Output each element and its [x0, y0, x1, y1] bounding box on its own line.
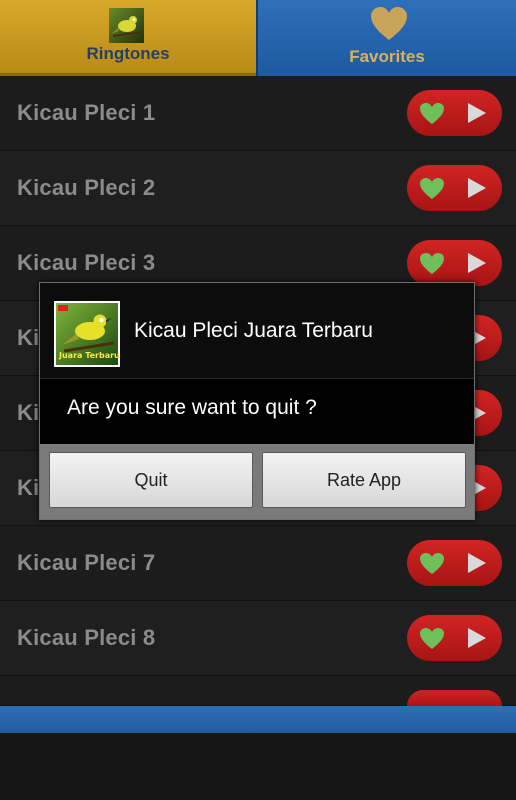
- favorite-heart-icon[interactable]: [419, 627, 445, 650]
- action-pill: [407, 540, 502, 586]
- app-logo-icon: Juara Terbaru: [54, 301, 120, 367]
- heart-icon: [371, 7, 407, 40]
- ringtone-title: Kicau Pleci 2: [17, 175, 156, 200]
- dialog-message: Are you sure want to quit ?: [67, 396, 317, 419]
- action-pill: [407, 690, 502, 706]
- play-icon[interactable]: [467, 627, 487, 649]
- tab-favorites-label: Favorites: [349, 47, 425, 66]
- tab-ringtones[interactable]: Ringtones: [0, 0, 256, 76]
- favorite-heart-icon[interactable]: [419, 177, 445, 200]
- app-logo-text: Juara Terbaru: [58, 351, 120, 360]
- favorite-heart-icon[interactable]: [419, 252, 445, 275]
- list-item[interactable]: Kicau Pleci 2: [0, 151, 516, 226]
- favorite-heart-icon[interactable]: [419, 102, 445, 125]
- action-pill: [407, 615, 502, 661]
- bottom-area: [0, 733, 516, 800]
- action-pill: [407, 240, 502, 286]
- bottom-banner-bar: [0, 706, 516, 733]
- list-item[interactable]: Kicau Pleci 1: [0, 76, 516, 151]
- quit-dialog: Juara Terbaru Kicau Pleci Juara Terbaru …: [39, 282, 475, 520]
- play-icon[interactable]: [467, 177, 487, 199]
- bird-icon: [109, 8, 144, 43]
- ringtone-title: Kicau Pleci 8: [17, 625, 156, 650]
- play-icon[interactable]: [467, 252, 487, 274]
- dialog-button-bar: Quit Rate App: [40, 444, 474, 519]
- dialog-title: Kicau Pleci Juara Terbaru: [134, 319, 373, 342]
- play-icon[interactable]: [467, 552, 487, 574]
- action-pill: [407, 165, 502, 211]
- favorite-heart-icon[interactable]: [419, 552, 445, 575]
- ringtone-title: Kicau Pleci 3: [17, 250, 156, 275]
- ringtone-title: Kicau Pleci 7: [17, 550, 156, 575]
- dialog-header: Juara Terbaru Kicau Pleci Juara Terbaru: [40, 283, 474, 379]
- list-item-partial[interactable]: [0, 676, 516, 706]
- list-item[interactable]: Kicau Pleci 8: [0, 601, 516, 676]
- tab-bar: Ringtones Favorites: [0, 0, 516, 76]
- rate-app-button[interactable]: Rate App: [262, 452, 466, 508]
- quit-button[interactable]: Quit: [49, 452, 253, 508]
- tab-ringtones-label: Ringtones: [86, 44, 170, 63]
- action-pill: [407, 90, 502, 136]
- play-icon[interactable]: [467, 102, 487, 124]
- ringtone-title: Kicau Pleci 1: [17, 100, 156, 125]
- app-screen: Ringtones Favorites Kicau Pleci 1 Kicau …: [0, 0, 516, 800]
- tab-favorites[interactable]: Favorites: [256, 0, 516, 76]
- list-item[interactable]: Kicau Pleci 7: [0, 526, 516, 601]
